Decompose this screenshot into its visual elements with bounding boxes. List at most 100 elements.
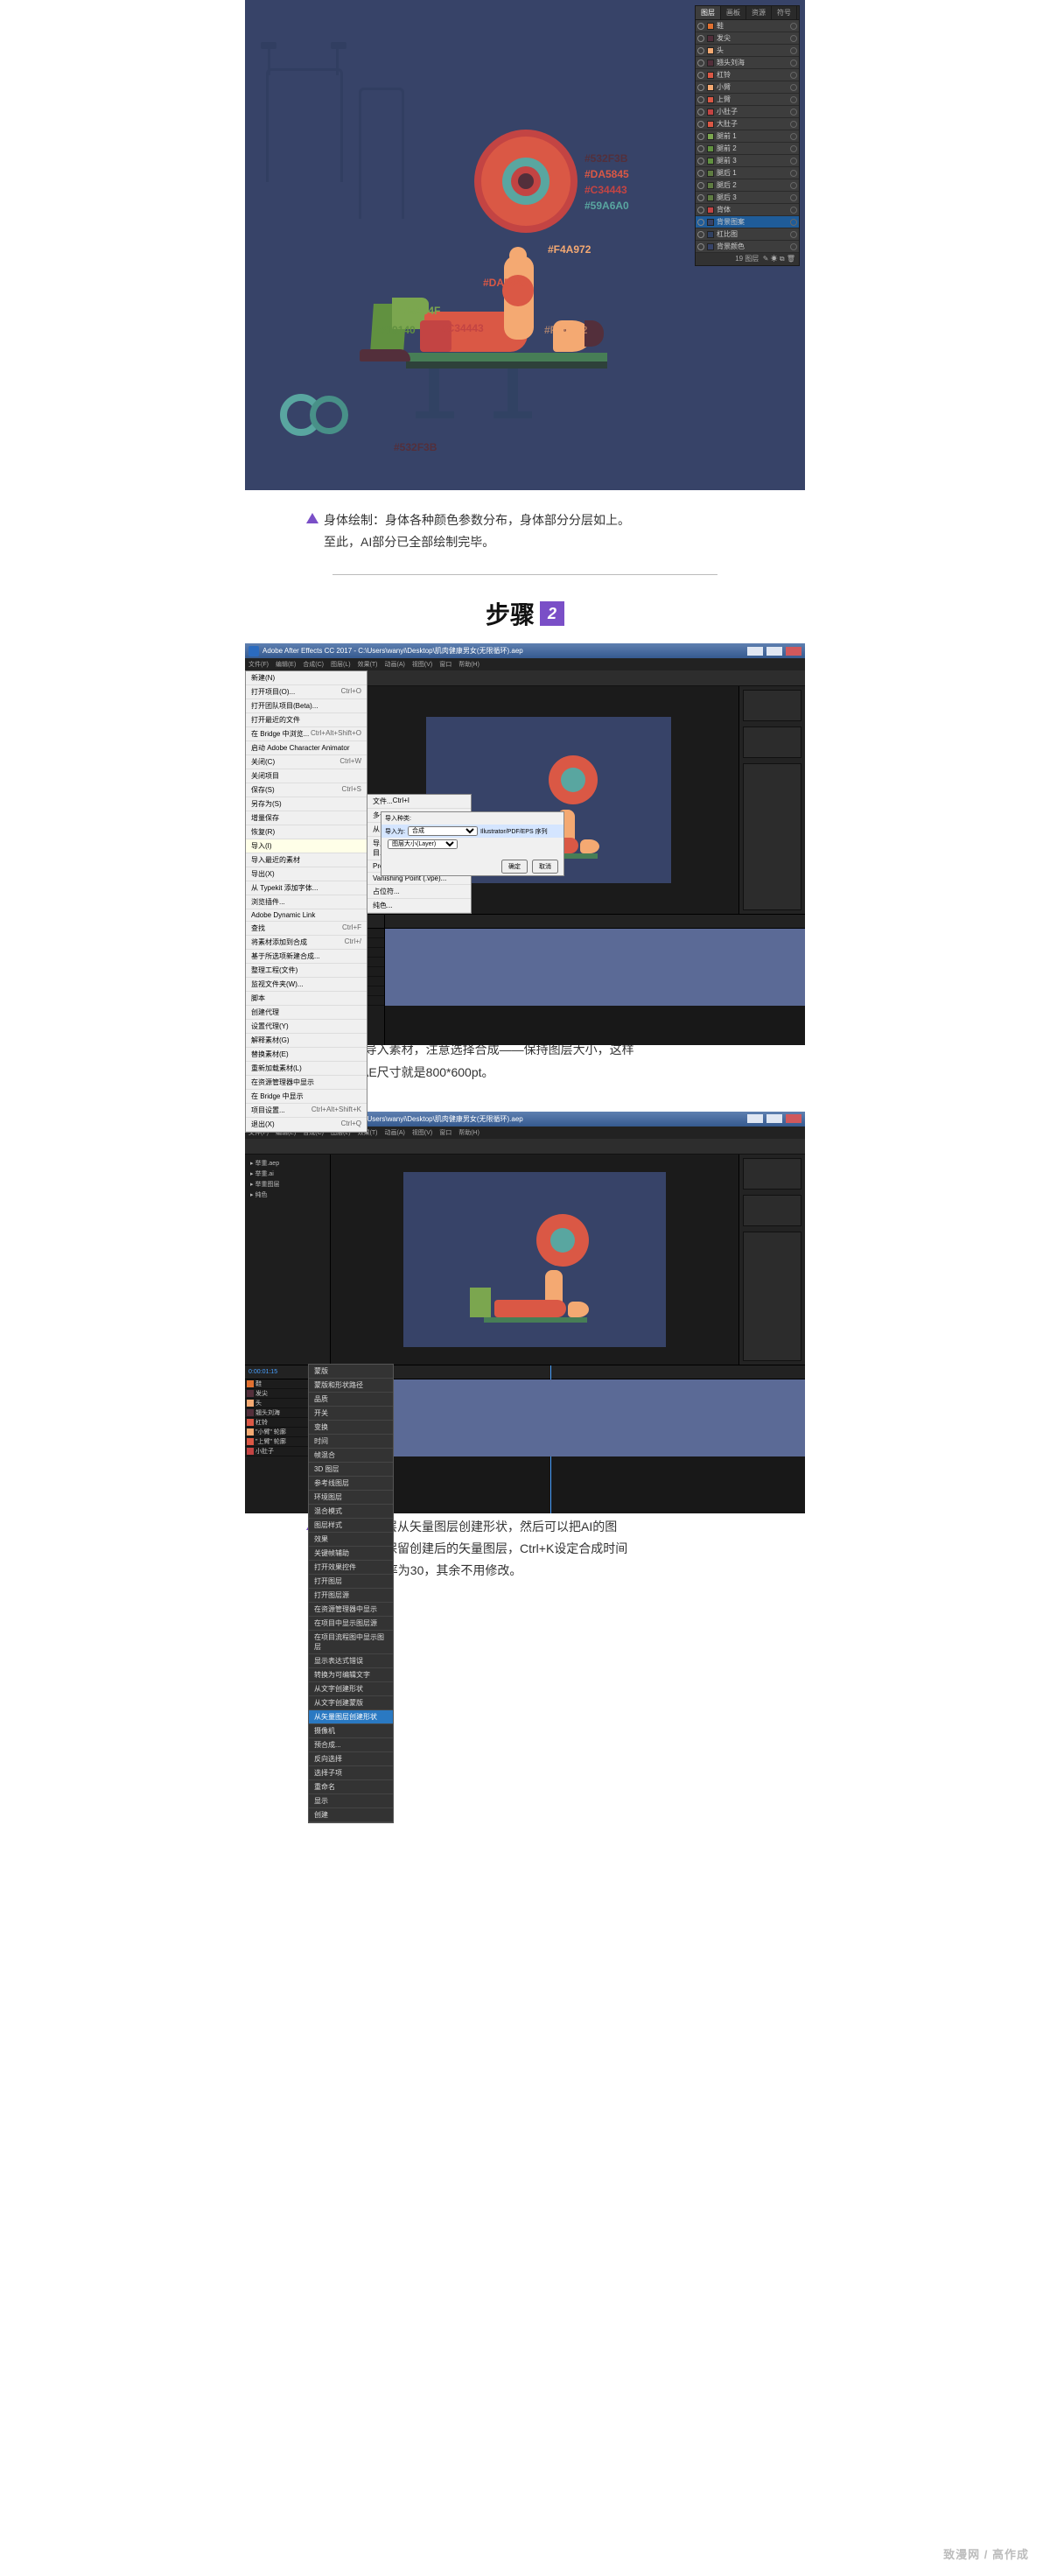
- visibility-icon[interactable]: [697, 96, 704, 103]
- layer-row[interactable]: 杠铃: [696, 69, 799, 81]
- context-menu-item[interactable]: 在资源管理器中显示: [309, 1603, 393, 1617]
- context-menu-item[interactable]: 3D 图层: [309, 1463, 393, 1477]
- timeline-bar[interactable]: [394, 1379, 805, 1389]
- window-buttons[interactable]: [747, 1114, 802, 1123]
- layer-row[interactable]: 背景图案: [696, 216, 799, 228]
- context-menu-item[interactable]: 摄像机: [309, 1724, 393, 1738]
- target-icon[interactable]: [790, 145, 797, 152]
- timeline-bar[interactable]: [394, 1389, 805, 1399]
- visibility-icon[interactable]: [697, 219, 704, 226]
- menu-item[interactable]: 视图(V): [412, 660, 432, 669]
- context-menu-item[interactable]: 混合模式: [309, 1505, 393, 1519]
- visibility-icon[interactable]: [697, 194, 704, 201]
- menu-item[interactable]: 增量保存: [246, 811, 367, 825]
- menu-item[interactable]: 帮助(H): [458, 660, 480, 669]
- project-item[interactable]: ▸ 纯色: [248, 1190, 326, 1200]
- menu-item[interactable]: 导入(I): [246, 839, 367, 853]
- target-icon[interactable]: [790, 207, 797, 214]
- menu-item[interactable]: 动画(A): [385, 660, 405, 669]
- timeline-bar[interactable]: [394, 1418, 805, 1428]
- context-menu-item[interactable]: 显示表达式错误: [309, 1654, 393, 1668]
- menubar[interactable]: 文件(F)编辑(E)合成(C)图层(L)效果(T)动画(A)视图(V)窗口帮助(…: [245, 658, 805, 670]
- menu-item[interactable]: 整理工程(文件): [246, 964, 367, 978]
- visibility-icon[interactable]: [697, 133, 704, 140]
- menu-item[interactable]: 在 Bridge 中浏览...Ctrl+Alt+Shift+O: [246, 727, 367, 741]
- visibility-icon[interactable]: [697, 121, 704, 128]
- layer-row[interactable]: 翘头刘海: [696, 57, 799, 69]
- context-menu-item[interactable]: 蒙版: [309, 1365, 393, 1379]
- tab-layers[interactable]: 图层: [696, 6, 721, 19]
- info-panel[interactable]: [743, 1158, 802, 1190]
- visibility-icon[interactable]: [697, 158, 704, 165]
- context-menu-item[interactable]: 创建: [309, 1808, 393, 1822]
- layer-row[interactable]: 背体: [696, 204, 799, 216]
- layer-row[interactable]: 发尖: [696, 32, 799, 45]
- menu-item[interactable]: 打开最近的文件: [246, 713, 367, 727]
- timeline-bar[interactable]: [385, 977, 805, 986]
- target-icon[interactable]: [790, 158, 797, 165]
- context-menu-item[interactable]: 效果: [309, 1533, 393, 1547]
- context-menu-item[interactable]: 环境图层: [309, 1491, 393, 1505]
- project-item[interactable]: ▸ 举重图层: [248, 1179, 326, 1190]
- menu-item[interactable]: 导出(X): [246, 867, 367, 881]
- context-menu-item[interactable]: 转换为可编辑文字: [309, 1668, 393, 1682]
- menu-item[interactable]: 在资源管理器中显示: [246, 1076, 367, 1090]
- timeline-bar[interactable]: [394, 1408, 805, 1418]
- tab-assets[interactable]: 资源: [746, 6, 772, 19]
- layer-row[interactable]: 杠比图: [696, 228, 799, 241]
- layer-row[interactable]: 大肚子: [696, 118, 799, 130]
- layer-row[interactable]: 腿前 1: [696, 130, 799, 143]
- visibility-icon[interactable]: [697, 109, 704, 116]
- context-menu-item[interactable]: 打开图层源: [309, 1589, 393, 1603]
- target-icon[interactable]: [790, 243, 797, 250]
- menu-item[interactable]: 窗口: [439, 1128, 452, 1137]
- context-menu-item[interactable]: 帧混合: [309, 1449, 393, 1463]
- project-item[interactable]: ▸ 举重.aep: [248, 1158, 326, 1169]
- visibility-icon[interactable]: [697, 35, 704, 42]
- menu-item[interactable]: 打开团队项目(Beta)...: [246, 699, 367, 713]
- timeline-bar[interactable]: [394, 1447, 805, 1456]
- target-icon[interactable]: [790, 96, 797, 103]
- context-menu-item[interactable]: 显示: [309, 1794, 393, 1808]
- preview-panel[interactable]: [743, 726, 802, 758]
- preview-area[interactable]: [331, 1155, 738, 1365]
- file-menu-dropdown[interactable]: 新建(N)打开项目(O)...Ctrl+O打开团队项目(Beta)...打开最近…: [245, 670, 368, 1133]
- menu-item[interactable]: 新建(N): [246, 671, 367, 685]
- menu-item[interactable]: 图层(L): [331, 660, 351, 669]
- context-menu-item[interactable]: 从文字创建形状: [309, 1682, 393, 1696]
- menu-item[interactable]: 动画(A): [385, 1128, 405, 1137]
- context-menu-item[interactable]: 打开效果控件: [309, 1561, 393, 1575]
- menu-item[interactable]: 恢复(R): [246, 825, 367, 839]
- menu-item[interactable]: 在 Bridge 中显示: [246, 1090, 367, 1104]
- menu-item[interactable]: 浏览插件...: [246, 895, 367, 909]
- target-icon[interactable]: [790, 109, 797, 116]
- menu-item[interactable]: 退出(X)Ctrl+Q: [246, 1118, 367, 1132]
- timeline-bar[interactable]: [394, 1399, 805, 1408]
- info-panel[interactable]: [743, 690, 802, 721]
- menu-item[interactable]: 脚本: [246, 992, 367, 1006]
- layer-row[interactable]: 头: [696, 45, 799, 57]
- context-menu-item[interactable]: 时间: [309, 1435, 393, 1449]
- timeline-bar[interactable]: [385, 958, 805, 967]
- menu-item[interactable]: 创建代理: [246, 1006, 367, 1020]
- context-menu-item[interactable]: 图层样式: [309, 1519, 393, 1533]
- footage-dim-select[interactable]: 图层大小(Layer): [388, 839, 458, 849]
- menu-item[interactable]: 帮助(H): [458, 1128, 480, 1137]
- target-icon[interactable]: [790, 23, 797, 30]
- visibility-icon[interactable]: [697, 207, 704, 214]
- menu-item[interactable]: 解释素材(G): [246, 1034, 367, 1048]
- layer-row[interactable]: 腿后 3: [696, 192, 799, 204]
- timeline-bar[interactable]: [385, 938, 805, 948]
- menu-item[interactable]: 纯色...: [368, 899, 471, 913]
- context-menu-item[interactable]: 选择子项: [309, 1766, 393, 1780]
- layer-row[interactable]: 腿后 1: [696, 167, 799, 179]
- context-menu-item[interactable]: 品质: [309, 1393, 393, 1407]
- timeline-bar[interactable]: [385, 929, 805, 938]
- menu-item[interactable]: Adobe Dynamic Link: [246, 909, 367, 922]
- menu-item[interactable]: 编辑(E): [276, 660, 296, 669]
- layer-row[interactable]: 上臂: [696, 94, 799, 106]
- menu-item[interactable]: 替换素材(E): [246, 1048, 367, 1062]
- ok-button[interactable]: 确定: [501, 860, 528, 874]
- import-options-dialog[interactable]: 导入种类: 导入为: 合成 Illustrator/PDF/EPS 序列 图层大…: [381, 811, 564, 876]
- effects-panel[interactable]: [743, 763, 802, 910]
